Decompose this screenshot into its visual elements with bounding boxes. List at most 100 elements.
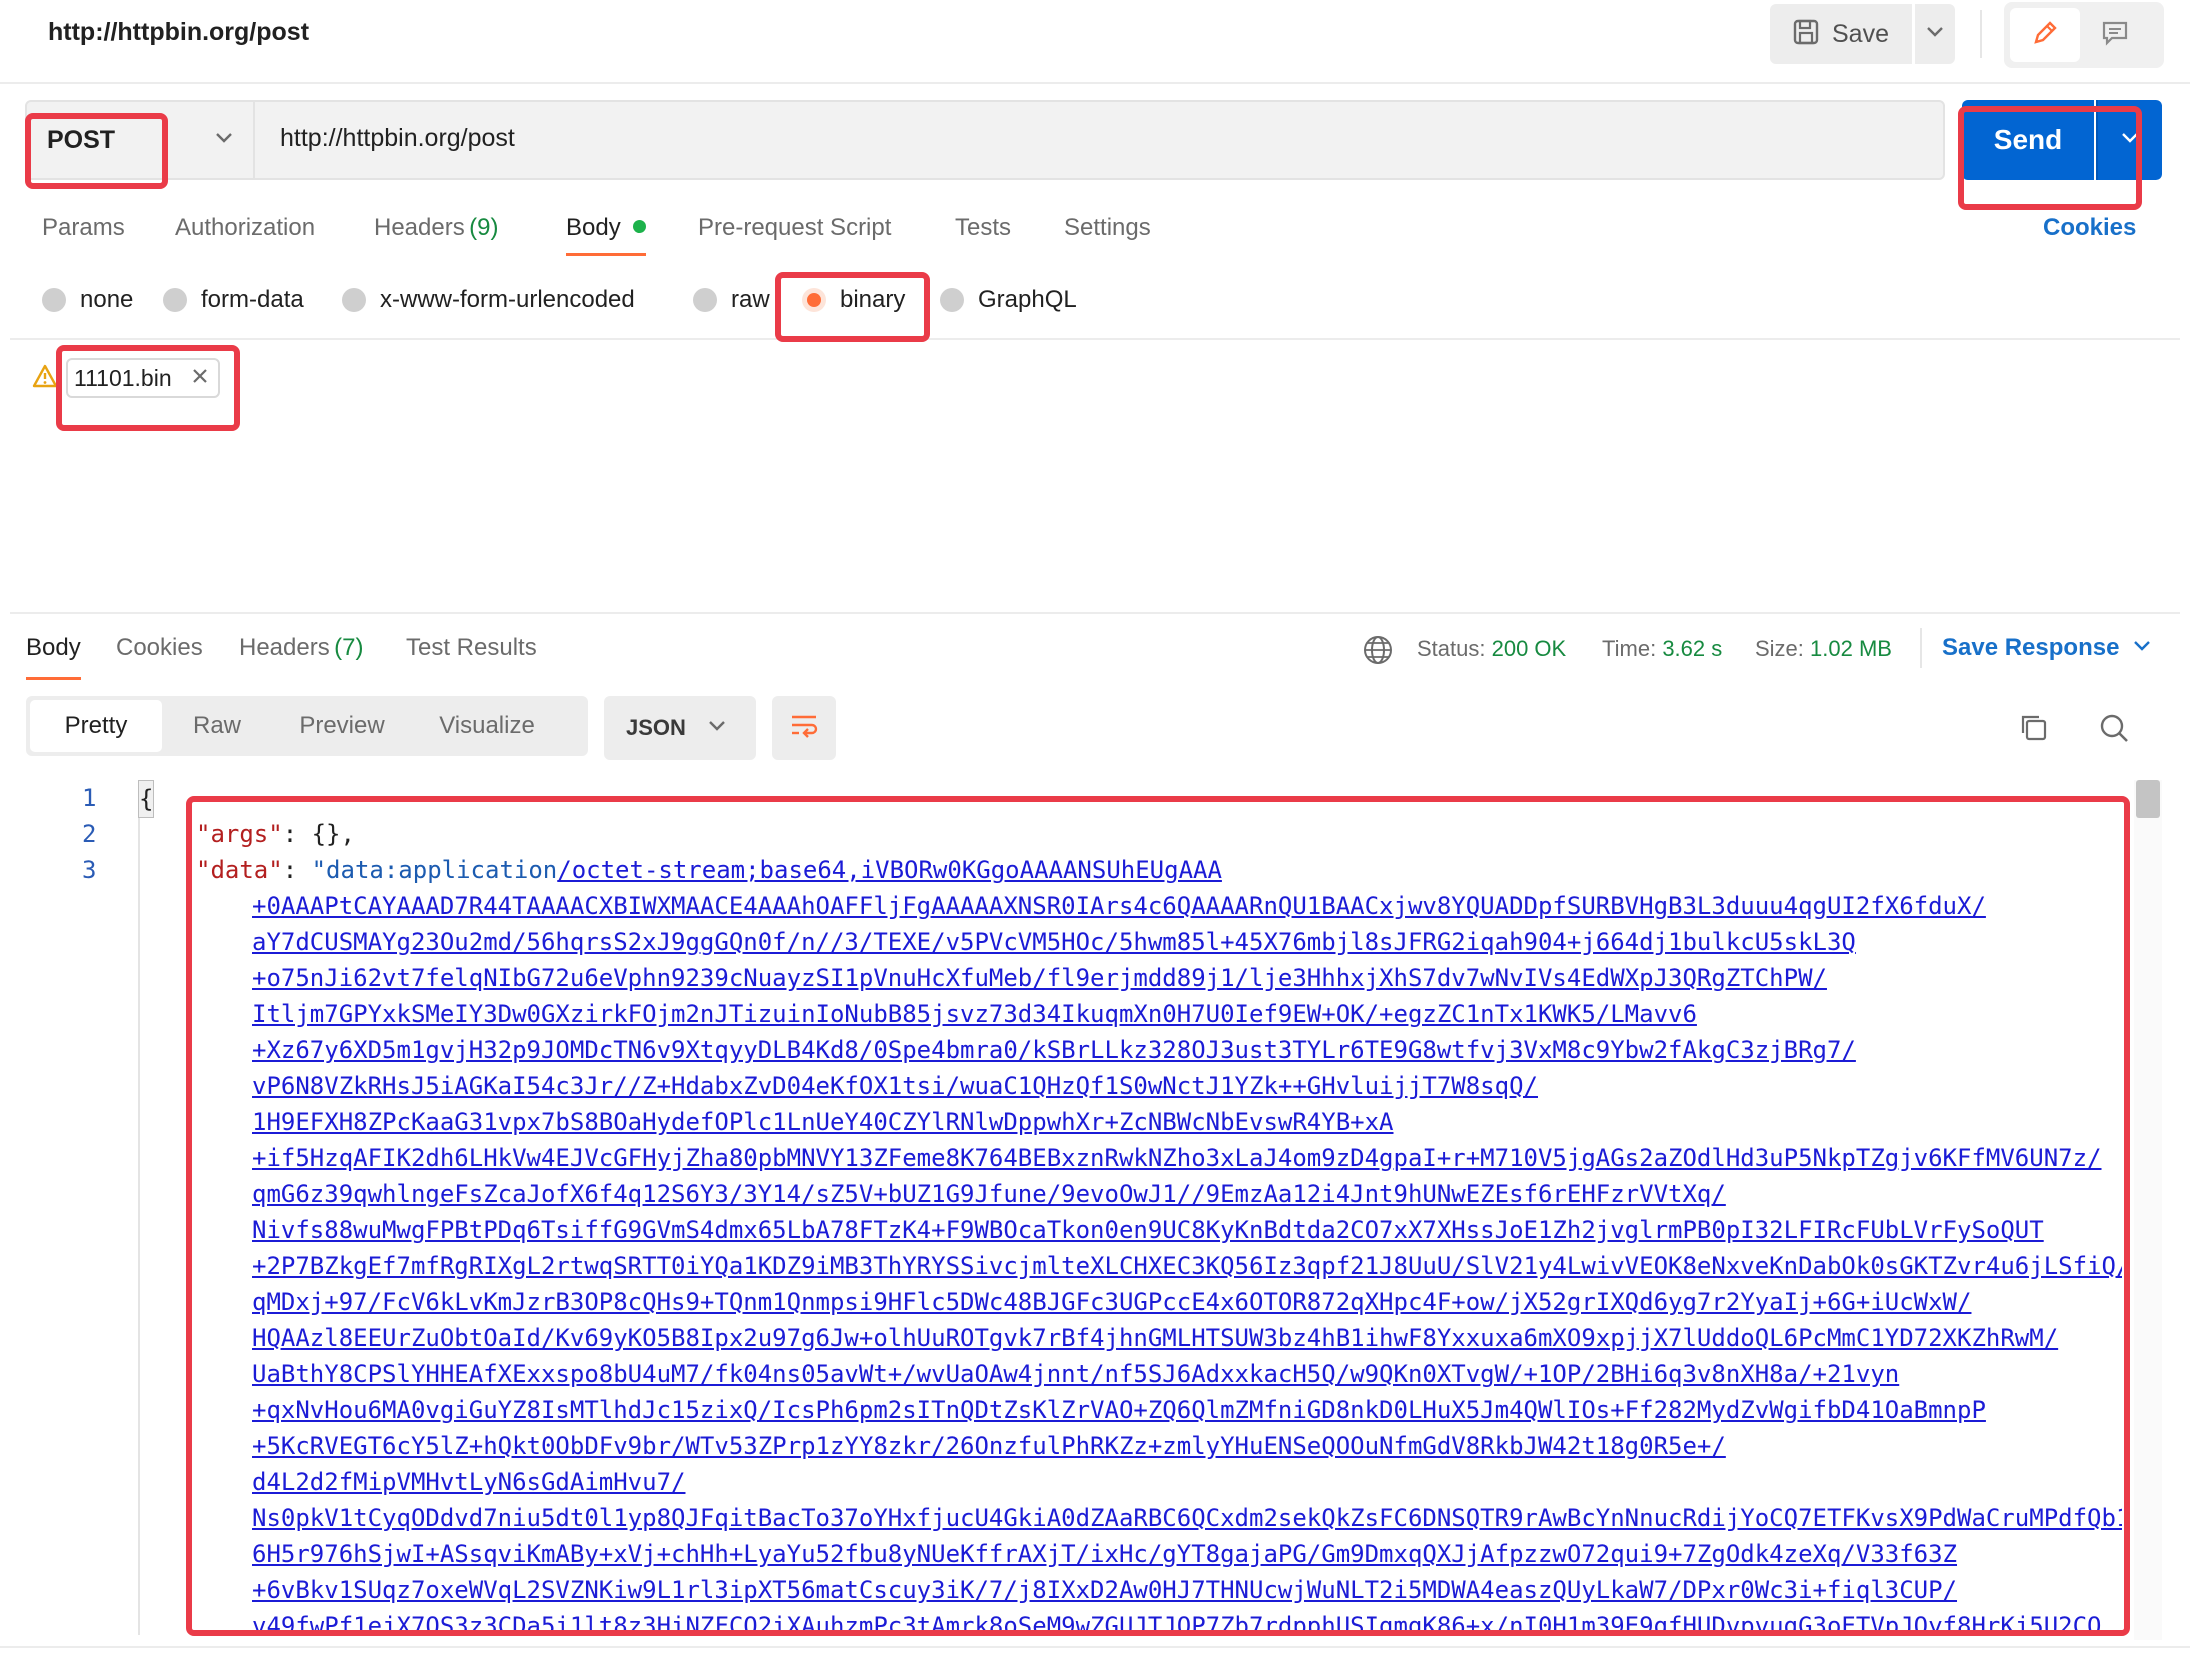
radio-button[interactable] (42, 288, 66, 312)
base64-line: qmG6z39qwhlngeFsZcaJofX6f4q12S6Y3/3Y14/s… (252, 1176, 1726, 1212)
response-size: Size: 1.02 MB (1755, 636, 1892, 662)
comments-button[interactable] (2080, 8, 2150, 62)
tab-tests[interactable]: Tests (955, 214, 1011, 242)
size-label: Size: (1755, 636, 1804, 661)
base64-link[interactable]: 6H5r976hSjwI+ASsqviKmABy+xVj+chHh+LyaYu5… (252, 1540, 1957, 1568)
status-label: Status: (1417, 636, 1486, 661)
view-raw[interactable]: Raw (162, 700, 272, 752)
response-tab-test-results[interactable]: Test Results (406, 634, 537, 662)
view-label: Pretty (64, 712, 128, 739)
json-key: "data" (196, 856, 283, 884)
base64-link[interactable]: qmG6z39qwhlngeFsZcaJofX6f4q12S6Y3/3Y14/s… (252, 1180, 1726, 1208)
tab-authorization[interactable]: Authorization (175, 214, 315, 242)
radio-button[interactable] (342, 288, 366, 312)
base64-line: 6H5r976hSjwI+ASsqviKmABy+xVj+chHh+LyaYu5… (252, 1536, 1957, 1572)
base64-link[interactable]: Nivfs88wuMwgFPBtPDq6TsiffG9GVmS4dmx65LbA… (252, 1216, 2044, 1244)
base64-link[interactable]: +if5HzqAFIK2dh6LHkVw4EJVcGFHyjZha80pbMNV… (252, 1144, 2102, 1172)
globe-icon[interactable] (1362, 634, 1394, 671)
base64-line: Ns0pkV1tCyqODdvd7niu5dt0l1yp8QJFqitBacTo… (252, 1500, 2122, 1536)
send-button[interactable]: Send (1962, 100, 2094, 180)
file-name: 11101.bin (74, 364, 172, 391)
radio-button[interactable] (163, 288, 187, 312)
request-title[interactable]: http://httpbin.org/post (48, 18, 309, 47)
save-button[interactable]: Save (1770, 4, 1912, 64)
radio-binary[interactable]: binary (802, 286, 905, 314)
view-pretty[interactable]: Pretty (30, 700, 162, 752)
base64-line: +5KcRVEGT6cY5lZ+hQkt0ObDFv9br/WTv53ZPrp1… (252, 1428, 1726, 1464)
base64-link[interactable]: 1H9EFXH8ZPcKaaG31vpx7bS8BOaHydefOPlc1LnU… (252, 1108, 1394, 1136)
radio-button[interactable] (940, 288, 964, 312)
base64-link[interactable]: +o75nJi62vt7felqNIbG72u6eVphn9239cNuayzS… (252, 964, 1827, 992)
base64-link[interactable]: +0AAAPtCAYAAAD7R44TAAAACXBIWXMAACE4AAAhO… (252, 892, 1986, 920)
code-gutter: 1 2 3 (0, 780, 110, 1640)
wrap-lines-button[interactable] (772, 696, 836, 760)
chevron-down-icon (2121, 131, 2139, 149)
base64-link[interactable]: +6vBkv1SUqz7oxeWVqL2SVZNKiw9L1rl3ipXT56m… (252, 1576, 1957, 1604)
edit-mode-button[interactable] (2010, 8, 2080, 62)
base64-link[interactable]: aY7dCUSMAYg23Ou2md/56hqrsS2xJ9ggGQn0f/n/… (252, 928, 1856, 956)
response-tab-cookies[interactable]: Cookies (116, 634, 203, 662)
base64-link[interactable]: Ns0pkV1tCyqODdvd7niu5dt0l1yp8QJFqitBacTo… (252, 1504, 2122, 1532)
radio-form-data[interactable]: form-data (163, 286, 304, 314)
tab-label: Headers (374, 214, 465, 241)
radio-button[interactable] (693, 288, 717, 312)
view-visualize[interactable]: Visualize (412, 700, 562, 752)
base64-link[interactable]: Itljm7GPYxkSMeIY3Dw0GXzirkFOjm2nJTizuinI… (252, 1000, 1697, 1028)
file-chip[interactable]: 11101.bin (66, 358, 220, 398)
tab-pre-request-script[interactable]: Pre-request Script (698, 214, 891, 242)
base64-line: Itljm7GPYxkSMeIY3Dw0GXzirkFOjm2nJTizuinI… (252, 996, 1697, 1032)
base64-link[interactable]: v49fwPf1ejX7OS3z3CDa5i1lt8z3HiNZFCO2iXAu… (252, 1612, 2102, 1632)
radio-raw[interactable]: raw (693, 286, 770, 314)
method-select[interactable]: POST (25, 100, 255, 180)
radio-button[interactable] (802, 288, 826, 312)
save-response-button[interactable]: Save Response (1942, 634, 2151, 662)
tab-body[interactable]: Body (566, 214, 647, 256)
base64-link[interactable]: UaBthY8CPSlYHHEAfXExxspo8bU4uM7/fk04ns05… (252, 1360, 1899, 1388)
response-status: Status: 200 OK (1417, 636, 1566, 662)
base64-link[interactable]: qMDxj+97/FcV6kLvKmJzrB3OP8cQHs9+TQnm1Qnm… (252, 1288, 1971, 1316)
base64-link[interactable]: +qxNvHou6MA0vgiGuYZ8IsMTlhdJc15zixQ/IcsP… (252, 1396, 1986, 1424)
base64-link[interactable]: +2P7BZkgEf7mfRgRIXgL2rtwqSRTT0iYQa1KDZ9i… (252, 1252, 2122, 1280)
time-value: 3.62 s (1662, 636, 1723, 661)
json-value: {}, (311, 820, 355, 848)
mode-toggle (2004, 2, 2164, 68)
scrollbar-thumb[interactable] (2136, 780, 2160, 818)
tab-headers[interactable]: Headers (9) (374, 214, 499, 242)
format-select[interactable]: JSON (604, 696, 756, 760)
radio-none[interactable]: none (42, 286, 133, 314)
response-time: Time: 3.62 s (1602, 636, 1722, 662)
chevron-down-icon (2133, 639, 2151, 657)
base64-link[interactable]: +Xz67y6XD5m1gvjH32p9JOMDcTN6v9XtqyyDLB4K… (252, 1036, 1856, 1064)
response-tab-headers[interactable]: Headers (7) (239, 634, 364, 662)
search-icon[interactable] (2098, 712, 2130, 749)
tab-label: Tests (955, 214, 1012, 241)
view-label: Preview (299, 712, 385, 739)
warning-icon (32, 364, 58, 393)
base64-link[interactable]: +5KcRVEGT6cY5lZ+hQkt0ObDFv9br/WTv53ZPrp1… (252, 1432, 1726, 1460)
view-preview[interactable]: Preview (272, 700, 412, 752)
method-label: POST (47, 125, 116, 154)
response-divider (10, 612, 2180, 614)
toolbar-divider (1920, 628, 1922, 668)
base64-link[interactable]: HQAAzl8EEUrZuObtOaId/Kv69yKO5B8Ipx2u97g6… (252, 1324, 2058, 1352)
tab-settings[interactable]: Settings (1064, 214, 1151, 242)
json-key: "args" (196, 820, 283, 848)
tab-label: Pre-request Script (698, 214, 892, 241)
json-colon: : (282, 820, 312, 848)
cookies-link[interactable]: Cookies (2043, 214, 2136, 242)
response-tab-body[interactable]: Body (26, 634, 81, 680)
base64-link[interactable]: /octet-stream;base64,iVBORw0KGgoAAAANSUh… (557, 856, 1222, 884)
url-input[interactable]: http://httpbin.org/post (280, 124, 515, 153)
tab-params[interactable]: Params (42, 214, 125, 242)
base64-link[interactable]: d4L2d2fMipVMHvtLyN6sGdAimHvu7/ (252, 1468, 685, 1496)
radio-x-www-form-urlencoded[interactable]: x-www-form-urlencoded (342, 286, 635, 314)
scrollbar-track[interactable] (2134, 780, 2162, 1640)
size-value: 1.02 MB (1810, 636, 1892, 661)
radio-graphql[interactable]: GraphQL (940, 286, 1077, 314)
pencil-icon (2030, 18, 2060, 53)
copy-icon[interactable] (2018, 712, 2050, 749)
save-options-dropdown[interactable] (1915, 4, 1955, 64)
base64-link[interactable]: vP6N8VZkRHsJ5iAGKaI54c3Jr//Z+HdabxZvD04e… (252, 1072, 1538, 1100)
close-icon[interactable] (192, 368, 208, 389)
send-options-dropdown[interactable] (2096, 100, 2162, 180)
